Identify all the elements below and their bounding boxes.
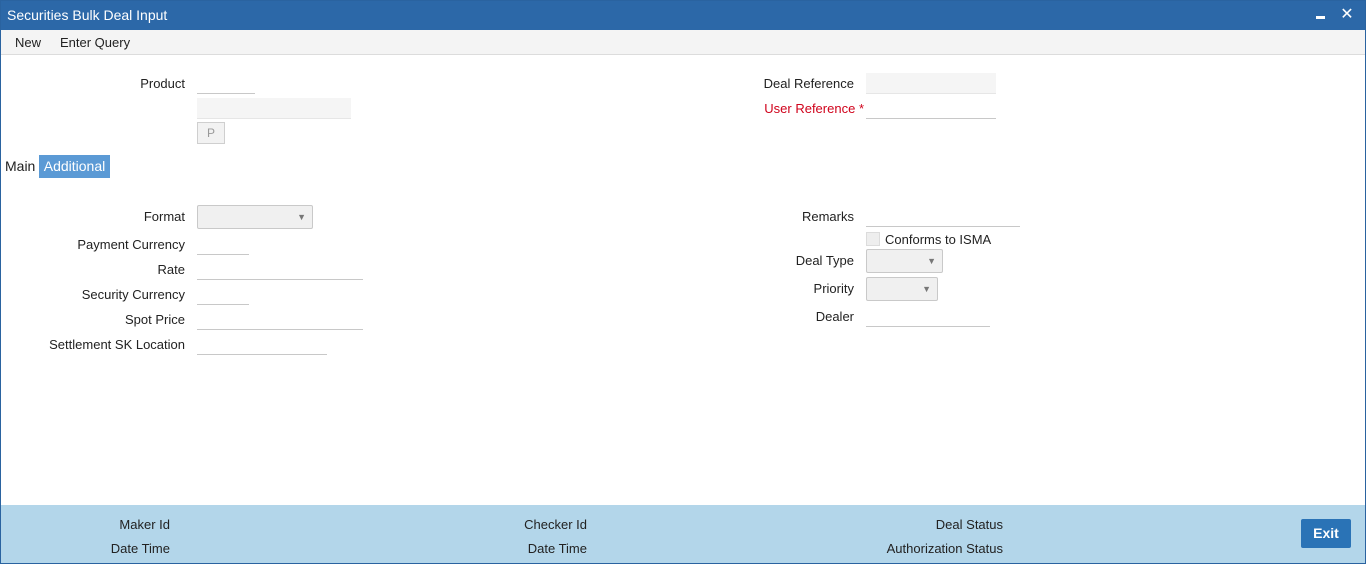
format-label: Format (143, 209, 185, 224)
authorization-status-label: Authorization Status (886, 541, 1003, 556)
checker-id-label: Checker Id (524, 517, 587, 532)
dealer-label: Dealer (815, 309, 854, 324)
user-reference-label-text: User Reference (764, 101, 856, 116)
remarks-input[interactable] (866, 206, 1020, 227)
menu-enter-query[interactable]: Enter Query (60, 35, 130, 50)
window-title: Securities Bulk Deal Input (7, 7, 168, 23)
spot-price-input[interactable] (197, 309, 363, 330)
priority-select[interactable]: ▼ (866, 277, 938, 301)
title-bar: Securities Bulk Deal Input ✕ (1, 1, 1365, 30)
menu-bar: New Enter Query (1, 30, 1365, 55)
product-description-field (197, 98, 351, 119)
rate-label: Rate (157, 262, 185, 277)
deal-type-select[interactable]: ▼ (866, 249, 943, 273)
priority-label: Priority (813, 281, 854, 296)
settlement-sk-location-label: Settlement SK Location (49, 337, 185, 352)
maker-id-label: Maker Id (119, 517, 170, 532)
security-currency-input[interactable] (197, 284, 249, 305)
minimize-icon[interactable] (1311, 5, 1331, 25)
deal-reference-field (866, 73, 996, 94)
dealer-input[interactable] (866, 306, 990, 327)
security-currency-label: Security Currency (81, 287, 185, 302)
close-icon[interactable]: ✕ (1337, 5, 1357, 25)
product-label: Product (140, 76, 185, 91)
deal-type-label: Deal Type (795, 253, 854, 268)
format-select[interactable]: ▼ (197, 205, 313, 229)
chevron-down-icon: ▼ (927, 256, 936, 266)
conforms-isma-label: Conforms to ISMA (885, 232, 992, 247)
remarks-label: Remarks (801, 209, 854, 224)
footer: Maker Id Date Time Checker Id Date Time … (1, 505, 1365, 563)
product-p-button[interactable]: P (197, 122, 225, 144)
menu-new[interactable]: New (15, 35, 41, 50)
checker-date-time-label: Date Time (527, 541, 587, 556)
exit-button[interactable]: Exit (1301, 519, 1351, 548)
product-code-input[interactable] (197, 73, 255, 94)
maker-date-time-label: Date Time (110, 541, 170, 556)
payment-currency-label: Payment Currency (77, 237, 185, 252)
payment-currency-input[interactable] (197, 234, 249, 255)
user-reference-label: User Reference * (701, 101, 864, 116)
chevron-down-icon: ▼ (922, 284, 931, 294)
rate-input[interactable] (197, 259, 363, 280)
user-reference-input[interactable] (866, 98, 996, 119)
tab-main[interactable]: Main (5, 155, 35, 178)
conforms-isma-checkbox[interactable] (866, 232, 880, 246)
spot-price-label: Spot Price (125, 312, 185, 327)
window: Securities Bulk Deal Input ✕ New Enter Q… (0, 0, 1366, 564)
chevron-down-icon: ▼ (297, 212, 306, 222)
required-asterisk: * (858, 101, 864, 116)
tab-additional[interactable]: Additional (39, 155, 110, 178)
settlement-sk-location-input[interactable] (197, 334, 327, 355)
deal-reference-label: Deal Reference (763, 76, 854, 91)
deal-status-label: Deal Status (935, 517, 1003, 532)
